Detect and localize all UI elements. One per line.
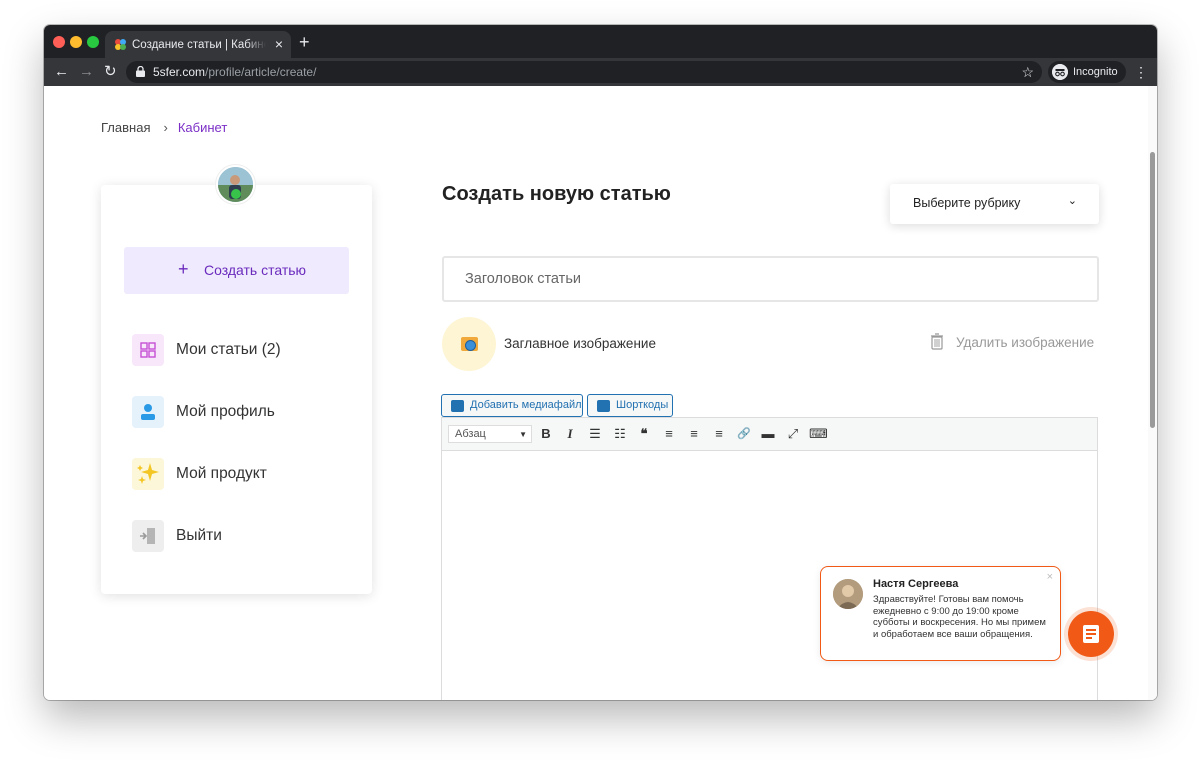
- close-icon[interactable]: ×: [1047, 571, 1053, 583]
- rubric-select-label: Выберите рубрику: [913, 196, 1021, 210]
- link-icon[interactable]: 🔗: [736, 426, 752, 442]
- article-title-input[interactable]: [442, 256, 1099, 302]
- sidebar-item-my-articles[interactable]: Мои статьи (2): [132, 334, 352, 366]
- url-text: 5sfer.com/profile/article/create/: [153, 65, 317, 79]
- delete-image-label: Удалить изображение: [956, 335, 1095, 350]
- align-left-icon[interactable]: ≡: [661, 426, 677, 442]
- incognito-badge[interactable]: Incognito: [1048, 61, 1126, 83]
- create-article-button[interactable]: + Создать статью: [124, 247, 349, 294]
- add-media-button[interactable]: Добавить медиафайл: [441, 394, 583, 417]
- add-media-label: Добавить медиафайл: [470, 399, 582, 411]
- sparkles-icon: [132, 458, 164, 490]
- logout-icon: [132, 520, 164, 552]
- breadcrumb-home-link[interactable]: Главная: [101, 120, 150, 135]
- chat-message-bubble[interactable]: Настя Сергеева Здравствуйте! Готовы вам …: [820, 566, 1061, 661]
- align-right-icon[interactable]: ≡: [711, 426, 727, 442]
- page-scrollbar[interactable]: [1148, 86, 1157, 700]
- caret-down-icon: ▼: [519, 430, 527, 439]
- incognito-label: Incognito: [1073, 66, 1118, 78]
- plus-icon: +: [178, 259, 189, 279]
- editor-toolbar: Абзац ▼ B I ☰ ☷ ❝ ≡ ≡ ≡ 🔗 ▬ ⤢ ⌨: [442, 418, 1097, 451]
- sidebar-item-my-profile[interactable]: Мой профиль: [132, 396, 352, 428]
- sidebar-item-my-product[interactable]: Мой продукт: [132, 458, 352, 490]
- align-center-icon[interactable]: ≡: [686, 426, 702, 442]
- bookmark-star-icon[interactable]: ☆: [1021, 63, 1034, 81]
- format-select-value: Абзац: [455, 428, 486, 440]
- tab-title: Создание статьи | Кабинет автора: [132, 39, 266, 51]
- browser-toolbar: ← → ↻ 5sfer.com/profile/article/create/ …: [44, 58, 1157, 86]
- lock-icon: [136, 66, 145, 77]
- read-more-icon[interactable]: ▬: [760, 426, 776, 442]
- reload-icon[interactable]: ↻: [104, 63, 117, 81]
- avatar[interactable]: [216, 165, 255, 204]
- articles-grid-icon: [132, 334, 164, 366]
- sidebar-item-label: Выйти: [176, 527, 222, 544]
- media-icon: [451, 400, 464, 412]
- cover-image-button[interactable]: [442, 317, 496, 371]
- chat-launcher-button[interactable]: [1068, 611, 1114, 657]
- format-select[interactable]: Абзац ▼: [448, 425, 532, 443]
- site-favicon-icon: [115, 39, 126, 50]
- blockquote-icon[interactable]: ❝: [636, 426, 652, 442]
- page-title: Создать новую статью: [442, 183, 671, 205]
- trash-icon: [931, 333, 943, 350]
- numbered-list-icon[interactable]: ☷: [612, 426, 628, 442]
- back-arrow-icon[interactable]: ←: [54, 63, 69, 81]
- browser-menu-icon[interactable]: ⋮: [1134, 63, 1148, 81]
- create-article-label: Создать статью: [204, 262, 307, 278]
- shortcodes-button[interactable]: Шорткоды: [587, 394, 673, 417]
- minimize-window-button[interactable]: [70, 36, 82, 48]
- avatar-image: [218, 167, 253, 202]
- sidebar-item-label: Мой профиль: [176, 403, 275, 420]
- close-window-button[interactable]: [53, 36, 65, 48]
- toolbar-toggle-icon[interactable]: ⌨: [809, 426, 828, 442]
- bullet-list-icon[interactable]: ☰: [587, 426, 603, 442]
- shortcodes-label: Шорткоды: [616, 399, 669, 411]
- chat-agent-avatar: [833, 579, 863, 609]
- cover-image-label[interactable]: Заглавное изображение: [504, 336, 656, 352]
- tab-strip: Создание статьи | Кабинет автора × +: [44, 25, 1157, 58]
- breadcrumb: Главная › Кабинет: [101, 120, 227, 136]
- address-bar[interactable]: 5sfer.com/profile/article/create/ ☆: [126, 61, 1042, 83]
- bold-icon[interactable]: B: [538, 426, 554, 442]
- breadcrumb-current[interactable]: Кабинет: [178, 120, 227, 135]
- rubric-select[interactable]: Выберите рубрику ⌄: [890, 184, 1099, 224]
- sidebar-item-label: Мой продукт: [176, 465, 267, 482]
- chat-agent-name: Настя Сергеева: [873, 578, 959, 590]
- forward-arrow-icon[interactable]: →: [79, 63, 94, 81]
- tab-close-icon[interactable]: ×: [275, 36, 283, 52]
- browser-tab[interactable]: Создание статьи | Кабинет автора ×: [105, 31, 291, 58]
- user-icon: [132, 396, 164, 428]
- new-tab-button[interactable]: +: [299, 33, 310, 51]
- chat-document-icon: [1083, 625, 1099, 643]
- camera-icon: [461, 337, 478, 351]
- scrollbar-thumb[interactable]: [1150, 152, 1155, 428]
- shortcode-icon: [597, 400, 610, 412]
- italic-icon[interactable]: I: [562, 426, 578, 442]
- breadcrumb-separator-icon: ›: [163, 120, 168, 135]
- page-viewport: Главная › Кабинет + Создать статью Мои с…: [44, 86, 1157, 700]
- chevron-down-icon: ⌄: [1067, 195, 1077, 207]
- sidebar-item-label: Мои статьи (2): [176, 341, 281, 358]
- maximize-window-button[interactable]: [87, 36, 99, 48]
- incognito-icon: [1052, 64, 1068, 80]
- fullscreen-icon[interactable]: ⤢: [785, 426, 801, 442]
- chat-message-text: Здравствуйте! Готовы вам помочь ежедневн…: [873, 594, 1046, 641]
- browser-window: Создание статьи | Кабинет автора × + ← →…: [44, 25, 1157, 700]
- sidebar-item-logout[interactable]: Выйти: [132, 520, 352, 552]
